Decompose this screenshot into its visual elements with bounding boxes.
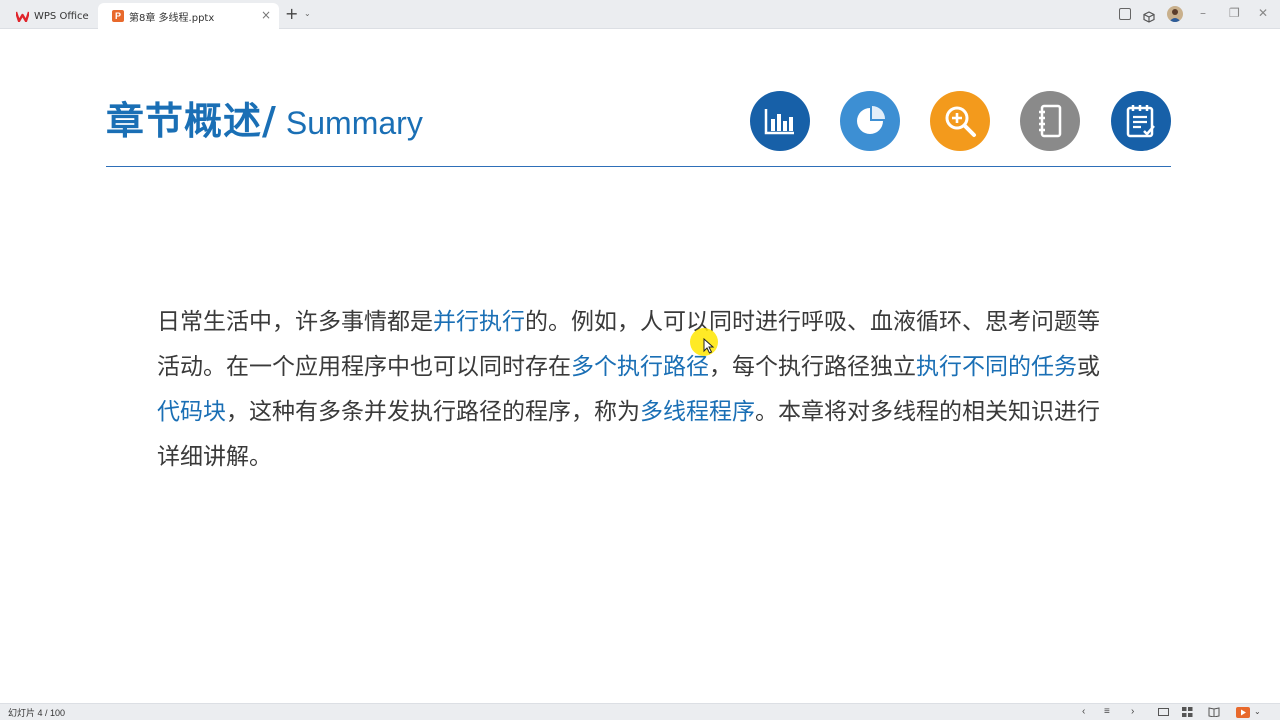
tab-document[interactable]: P 第8章 多线程.pptx × (98, 3, 279, 29)
bar-chart-icon (750, 91, 810, 151)
wps-logo-icon (14, 11, 31, 22)
notes-icon[interactable]: ≡ (1104, 706, 1110, 718)
close-tab-icon[interactable]: × (261, 9, 271, 21)
slideshow-dropdown-icon[interactable]: ⌄ (1254, 706, 1261, 718)
magnifier-plus-icon (930, 91, 990, 151)
slide-body-paragraph[interactable]: 日常生活中，许多事情都是并行执行的。例如，人可以同时进行呼吸、血液循环、思考问题… (157, 300, 1107, 480)
highlighted-term: 执行不同的任务 (916, 354, 1077, 380)
normal-view-icon[interactable] (1158, 708, 1169, 716)
paragraph-text: 或 (1077, 354, 1100, 380)
notebook-icon (1020, 91, 1080, 151)
play-slideshow-button[interactable] (1236, 707, 1250, 718)
tab-label: WPS Office (34, 10, 89, 22)
restore-button[interactable]: ❐ (1229, 6, 1240, 20)
highlighted-term: 多个执行路径 (571, 354, 709, 380)
slide-title: 章节概述 / Summary (106, 90, 423, 143)
reading-view-icon[interactable] (1208, 707, 1220, 721)
window-layout-icon[interactable] (1119, 8, 1131, 20)
slide-title-english: Summary (285, 105, 423, 141)
highlighted-term: 代码块 (157, 399, 226, 425)
cube-icon[interactable] (1143, 8, 1155, 23)
minimize-button[interactable]: – (1200, 6, 1206, 20)
tab-label: 第8章 多线程.pptx (129, 12, 215, 24)
mouse-pointer-icon (703, 338, 715, 354)
slide-title-chinese: 章节概述 (106, 99, 263, 143)
new-tab-button[interactable]: + (285, 6, 298, 22)
tab-wps-home[interactable]: WPS Office (2, 3, 94, 29)
title-bar: WPS Office P 第8章 多线程.pptx × + ⌄ – ❐ ✕ (0, 0, 1280, 29)
slide-counter: 幻灯片 4 / 100 (8, 708, 66, 718)
paragraph-text: 日常生活中，许多事情都是 (157, 309, 433, 335)
paragraph-text: ，每个执行路径独立 (709, 354, 916, 380)
highlighted-term: 多线程程序 (640, 399, 755, 425)
previous-slide-button[interactable]: ‹ (1082, 706, 1085, 718)
slide-title-slash: / (262, 99, 276, 143)
close-window-button[interactable]: ✕ (1258, 6, 1268, 20)
slide-sorter-icon[interactable] (1182, 707, 1193, 721)
new-tab-dropdown-icon[interactable]: ⌄ (304, 9, 311, 18)
checklist-icon (1111, 91, 1171, 151)
highlighted-term: 并行执行 (433, 309, 525, 335)
user-avatar[interactable] (1167, 6, 1183, 22)
presentation-file-icon: P (112, 10, 124, 22)
paragraph-text: ，这种有多条并发执行路径的程序，称为 (226, 399, 640, 425)
next-slide-button[interactable]: › (1131, 706, 1134, 718)
status-bar: 幻灯片 4 / 100 ‹ ≡ › ⌄ (0, 703, 1280, 720)
title-divider (106, 166, 1171, 167)
pie-chart-icon (840, 91, 900, 151)
